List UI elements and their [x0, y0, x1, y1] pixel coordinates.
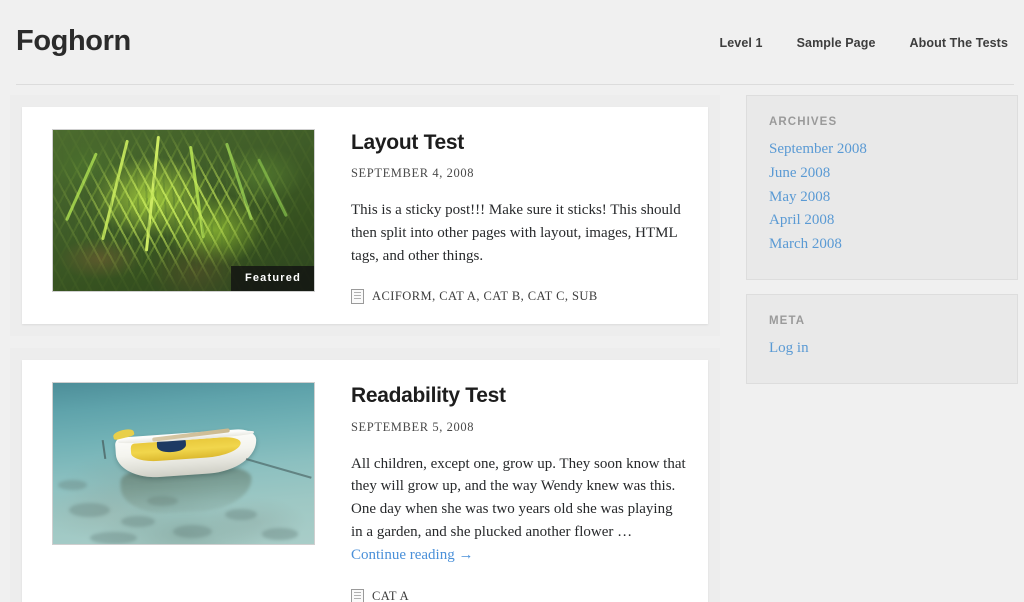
post-category-list[interactable]: Aciform, Cat A, Cat B, Cat C, Sub — [372, 289, 598, 304]
meta-link-log-in[interactable]: Log in — [769, 340, 809, 356]
post-card-layout-test: Featured Layout Test September 4, 2008 T… — [10, 95, 720, 337]
boat-photo — [53, 383, 314, 545]
post-card-inner: Featured Layout Test September 4, 2008 T… — [22, 107, 708, 325]
list-item: May 2008 — [769, 186, 995, 210]
featured-badge: Featured — [230, 266, 314, 291]
post-categories-row: Cat A — [351, 588, 686, 602]
post-thumbnail-wrapper — [52, 382, 315, 602]
header-divider — [16, 84, 1014, 85]
archive-link-september-2008[interactable]: September 2008 — [769, 141, 867, 157]
archive-link-june-2008[interactable]: June 2008 — [769, 165, 830, 181]
post-title-layout-test[interactable]: Layout Test — [351, 131, 686, 154]
archives-list: September 2008 June 2008 May 2008 April … — [769, 138, 995, 257]
list-item: September 2008 — [769, 138, 995, 162]
widget-meta: Meta Log in — [746, 293, 1018, 384]
category-document-icon — [351, 588, 364, 602]
site-title[interactable]: Foghorn — [16, 27, 131, 58]
post-thumbnail-wrapper: Featured — [52, 129, 315, 304]
nav-item-level-1[interactable]: Level 1 — [719, 36, 762, 50]
post-date: September 5, 2008 — [351, 419, 475, 434]
archive-link-march-2008[interactable]: March 2008 — [769, 236, 842, 252]
post-category-list[interactable]: Cat A — [372, 589, 409, 602]
page-layout: Featured Layout Test September 4, 2008 T… — [0, 85, 1024, 602]
list-item: June 2008 — [769, 162, 995, 186]
post-excerpt-text: All children, except one, grow up. They … — [351, 455, 686, 540]
post-thumbnail-boat[interactable] — [52, 382, 315, 546]
archive-link-may-2008[interactable]: May 2008 — [769, 189, 830, 205]
widget-title-meta: Meta — [769, 314, 806, 327]
site-header: Foghorn Level 1 Sample Page About The Te… — [0, 0, 1024, 85]
continue-reading-link[interactable]: Continue reading → — [351, 547, 473, 563]
post-thumbnail-fern[interactable]: Featured — [52, 129, 315, 292]
archive-link-april-2008[interactable]: April 2008 — [769, 212, 834, 228]
sidebar: Archives September 2008 June 2008 May 20… — [746, 95, 1018, 398]
post-date: September 4, 2008 — [351, 166, 475, 181]
post-body: Layout Test September 4, 2008 This is a … — [351, 129, 686, 305]
list-item: March 2008 — [769, 233, 995, 257]
post-title-readability-test[interactable]: Readability Test — [351, 384, 686, 407]
post-card-inner: Readability Test September 5, 2008 All c… — [22, 360, 708, 602]
nav-item-sample-page[interactable]: Sample Page — [797, 36, 876, 50]
post-excerpt: This is a sticky post!!! Make sure it st… — [351, 202, 681, 264]
category-document-icon — [351, 289, 364, 305]
post-excerpt: All children, except one, grow up. They … — [351, 453, 686, 567]
widget-archives: Archives September 2008 June 2008 May 20… — [746, 95, 1018, 280]
meta-list: Log in — [769, 337, 995, 361]
post-body: Readability Test September 5, 2008 All c… — [351, 382, 686, 602]
primary-navigation: Level 1 Sample Page About The Tests — [719, 36, 1008, 50]
main-content: Featured Layout Test September 4, 2008 T… — [10, 95, 720, 602]
list-item: Log in — [769, 337, 995, 361]
list-item: April 2008 — [769, 209, 995, 233]
post-card-readability-test: Readability Test September 5, 2008 All c… — [10, 348, 720, 602]
post-categories-row: Aciform, Cat A, Cat B, Cat C, Sub — [351, 289, 686, 305]
widget-title-archives: Archives — [769, 116, 838, 128]
nav-item-about-the-tests[interactable]: About The Tests — [910, 36, 1009, 50]
